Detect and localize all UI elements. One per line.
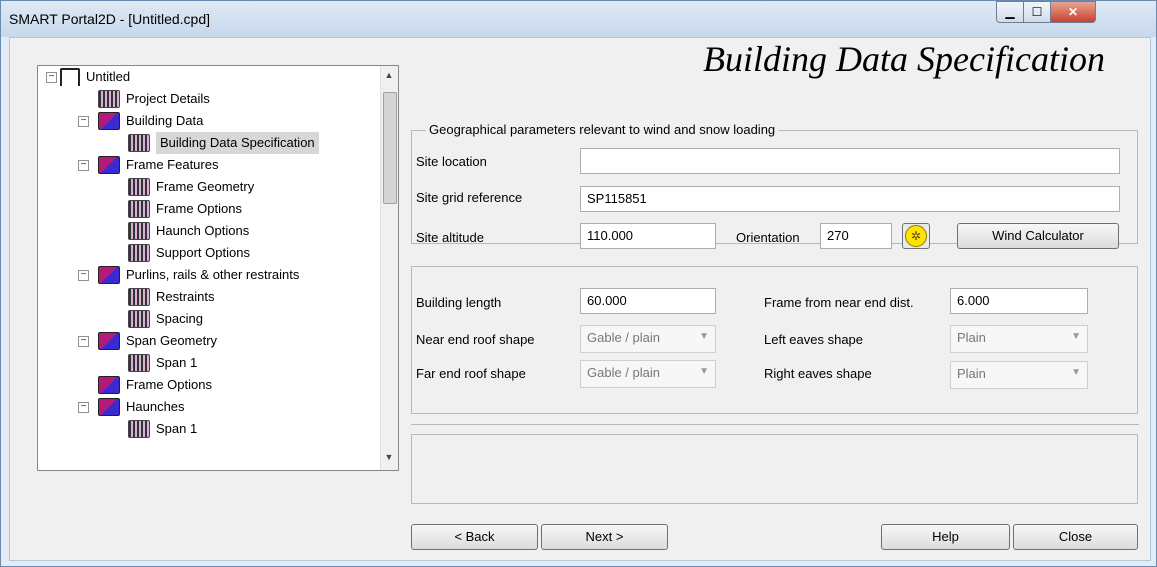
expander-untitled[interactable]: −: [46, 72, 57, 83]
compass-icon: ✲: [905, 225, 927, 247]
title-bar[interactable]: SMART Portal2D - [Untitled.cpd] ▁ ☐ ✕: [1, 1, 1156, 37]
orientation-input[interactable]: 270: [820, 223, 892, 249]
scroll-thumb[interactable]: [383, 92, 397, 204]
building-icon: [128, 200, 150, 218]
tree-item-support-options[interactable]: Support Options: [128, 242, 250, 264]
maximize-button[interactable]: ☐: [1023, 1, 1051, 23]
expander-building-data[interactable]: −: [78, 116, 89, 127]
tree-item-project-details[interactable]: Project Details: [98, 88, 210, 110]
close-icon: ✕: [1067, 5, 1079, 19]
orientation-label: Orientation: [736, 230, 800, 245]
far-roof-select[interactable]: Gable / plain ▼: [580, 360, 716, 388]
tree-item-building-data-specification[interactable]: Building Data Specification: [128, 132, 319, 154]
project-tree[interactable]: − Untitled Project Details − Building Da…: [37, 65, 399, 471]
folder-book-icon: [98, 156, 120, 174]
building-icon: [128, 288, 150, 306]
tree-item-spacing[interactable]: Spacing: [128, 308, 203, 330]
help-button[interactable]: Help: [881, 524, 1010, 550]
tree-item-span-geometry[interactable]: Span Geometry: [98, 330, 217, 352]
expander-purlins[interactable]: −: [78, 270, 89, 281]
tree-item-haunch-span-1[interactable]: Span 1: [128, 418, 197, 440]
expander-span-geometry[interactable]: −: [78, 336, 89, 347]
site-location-label: Site location: [416, 154, 487, 169]
tree-item-restraints[interactable]: Restraints: [128, 286, 215, 308]
far-roof-label: Far end roof shape: [416, 366, 526, 381]
site-altitude-input[interactable]: 110.000: [580, 223, 716, 249]
right-eaves-label: Right eaves shape: [764, 366, 872, 381]
expander-frame-features[interactable]: −: [78, 160, 89, 171]
tree-item-frame-features[interactable]: Frame Features: [98, 154, 218, 176]
app-window: SMART Portal2D - [Untitled.cpd] ▁ ☐ ✕ − …: [0, 0, 1157, 567]
building-icon: [128, 310, 150, 328]
scroll-down-icon[interactable]: ▼: [383, 452, 395, 464]
folder-book-icon: [98, 398, 120, 416]
building-icon: [128, 222, 150, 240]
tree-item-frame-geometry[interactable]: Frame Geometry: [128, 176, 254, 198]
expander-haunches[interactable]: −: [78, 402, 89, 413]
window-title: SMART Portal2D - [Untitled.cpd]: [9, 11, 211, 27]
house-icon: [60, 68, 80, 86]
building-length-input[interactable]: 60.000: [580, 288, 716, 314]
near-roof-label: Near end roof shape: [416, 332, 535, 347]
minimize-icon: ▁: [1005, 5, 1015, 19]
chevron-down-icon: ▼: [699, 366, 709, 377]
folder-book-icon: [98, 112, 120, 130]
site-location-input[interactable]: [580, 148, 1120, 174]
building-icon: [128, 354, 150, 372]
folder-book-icon: [98, 332, 120, 350]
tree-item-building-data[interactable]: Building Data: [98, 110, 203, 132]
tree-item-span-1[interactable]: Span 1: [128, 352, 197, 374]
building-icon: [128, 178, 150, 196]
frame-near-label: Frame from near end dist.: [764, 295, 914, 310]
site-altitude-label: Site altitude: [416, 230, 484, 245]
folder-book-icon: [98, 266, 120, 284]
building-icon: [128, 134, 150, 152]
compass-button[interactable]: ✲: [902, 223, 930, 249]
site-grid-label: Site grid reference: [416, 190, 523, 205]
near-roof-select[interactable]: Gable / plain ▼: [580, 325, 716, 353]
geo-group-title: Geographical parameters relevant to wind…: [426, 122, 779, 137]
client-area: − Untitled Project Details − Building Da…: [9, 37, 1151, 561]
tree-item-purlins[interactable]: Purlins, rails & other restraints: [98, 264, 299, 286]
back-button[interactable]: < Back: [411, 524, 538, 550]
building-icon: [128, 244, 150, 262]
separator: [411, 424, 1139, 425]
frame-near-input[interactable]: 6.000: [950, 288, 1088, 314]
close-window-button[interactable]: ✕: [1050, 1, 1096, 23]
tree-scrollbar[interactable]: ▲ ▼: [380, 66, 398, 470]
chevron-down-icon: ▼: [699, 331, 709, 342]
building-icon: [128, 420, 150, 438]
close-button[interactable]: Close: [1013, 524, 1138, 550]
tree-item-frame-options[interactable]: Frame Options: [128, 198, 242, 220]
folder-book-icon: [98, 376, 120, 394]
tree-item-haunch-options[interactable]: Haunch Options: [128, 220, 249, 242]
wind-calculator-button[interactable]: Wind Calculator: [957, 223, 1119, 249]
tree-item-untitled[interactable]: Untitled: [60, 66, 130, 88]
site-grid-input[interactable]: SP115851: [580, 186, 1120, 212]
chevron-down-icon: ▼: [1071, 367, 1081, 378]
tree-item-frame-options-2[interactable]: Frame Options: [98, 374, 212, 396]
scroll-up-icon[interactable]: ▲: [383, 70, 395, 82]
building-length-label: Building length: [416, 295, 502, 310]
right-eaves-select[interactable]: Plain ▼: [950, 361, 1088, 389]
maximize-icon: ☐: [1031, 5, 1043, 19]
page-title: Building Data Specification: [703, 39, 1105, 79]
minimize-button[interactable]: ▁: [996, 1, 1024, 23]
message-panel: [411, 434, 1138, 504]
tree-item-haunches[interactable]: Haunches: [98, 396, 185, 418]
left-eaves-label: Left eaves shape: [764, 332, 864, 347]
building-icon: [98, 90, 120, 108]
next-button[interactable]: Next >: [541, 524, 668, 550]
chevron-down-icon: ▼: [1071, 331, 1081, 342]
left-eaves-select[interactable]: Plain ▼: [950, 325, 1088, 353]
